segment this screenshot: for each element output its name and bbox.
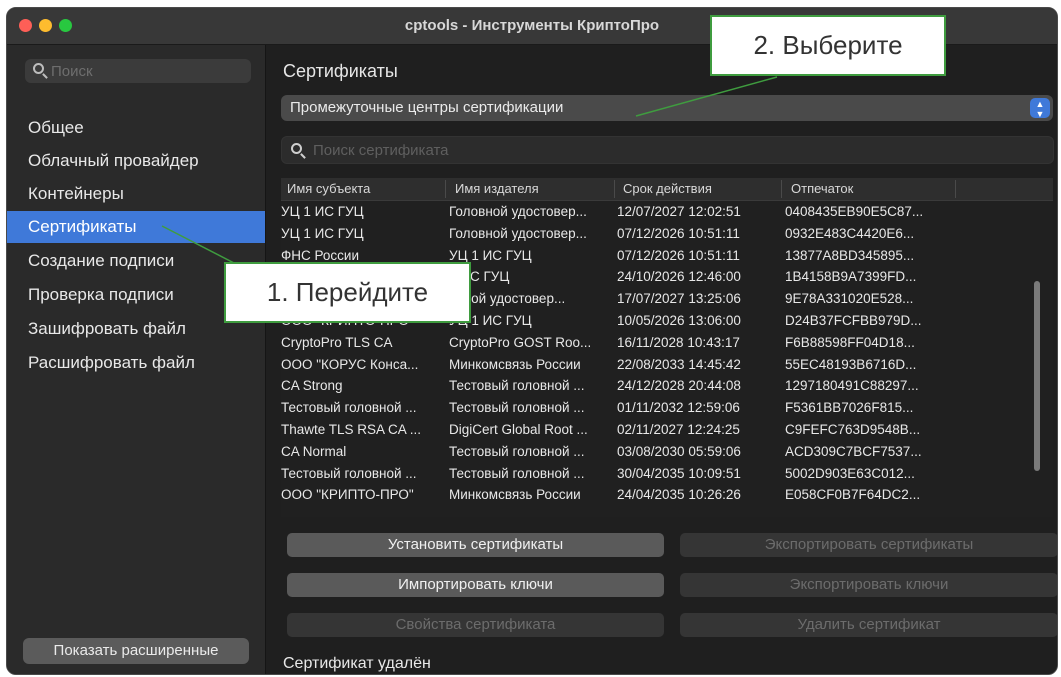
cell-expiry: 17/07/2027 13:25:06 bbox=[617, 291, 741, 307]
sidebar: Поиск Общее Облачный провайдер Контейнер… bbox=[7, 45, 266, 674]
table-row[interactable]: Тестовый головной ... Тестовый головной .… bbox=[281, 464, 1053, 486]
cell-thumbprint: 9E78A331020E528... bbox=[785, 291, 914, 307]
certificates-table: Имя субъекта Имя издателя Срок действия … bbox=[281, 178, 1053, 517]
table-row[interactable]: CA Normal Тестовый головной ... 03/08/2030… bbox=[281, 442, 1053, 464]
cell-thumbprint: F6B88598FF04D18... bbox=[785, 334, 915, 350]
sidebar-search-placeholder: Поиск bbox=[51, 63, 93, 80]
cell-expiry: 24/04/2035 10:26:26 bbox=[617, 487, 741, 503]
cell-thumbprint: 1B4158B9A7399FD... bbox=[785, 269, 917, 285]
certificate-store-select[interactable]: Промежуточные центры сертификации ▲ ▼ bbox=[281, 95, 1053, 121]
export-keys-button[interactable]: Экспортировать ключи bbox=[680, 573, 1057, 597]
column-divider[interactable] bbox=[614, 180, 615, 198]
cell-issuer: Минкомсвязь России bbox=[449, 487, 581, 503]
install-certificates-button[interactable]: Установить сертификаты bbox=[287, 533, 664, 557]
table-header: Имя субъекта Имя издателя Срок действия … bbox=[281, 178, 1053, 201]
cell-thumbprint: D24B37FCFBB979D... bbox=[785, 313, 922, 328]
sidebar-item-containers[interactable]: Контейнеры bbox=[7, 178, 265, 210]
column-header-expiry[interactable]: Срок действия bbox=[623, 181, 712, 196]
page-title: Сертификаты bbox=[283, 61, 398, 81]
cell-thumbprint: F5361BB7026F815... bbox=[785, 400, 914, 416]
show-advanced-button[interactable]: Показать расширенные bbox=[23, 638, 249, 664]
table-row[interactable]: CryptoPro TLS CA CryptoPro GOST Roo... 16/… bbox=[281, 333, 1053, 355]
cell-thumbprint: 5002D903E63C012... bbox=[785, 465, 915, 481]
cell-thumbprint: 13877A8BD345895... bbox=[785, 247, 915, 263]
cell-expiry: 22/08/2033 14:45:42 bbox=[617, 356, 741, 372]
cell-expiry: 01/11/2032 12:59:06 bbox=[617, 400, 740, 416]
cell-issuer: УЦ 1 ИС ГУЦ bbox=[449, 247, 532, 263]
cell-subject: CA Strong bbox=[281, 378, 343, 394]
cell-subject: CryptoPro TLS CA bbox=[281, 334, 393, 350]
cell-expiry: 02/11/2027 12:24:25 bbox=[617, 422, 740, 437]
callout-step-1: 1. Перейдите bbox=[224, 262, 471, 323]
certificate-search-input[interactable]: Поиск сертификата bbox=[281, 136, 1054, 164]
cell-subject: ООО "КРИПТО-ПРО" bbox=[281, 487, 414, 503]
cell-issuer: Тестовый головной ... bbox=[449, 465, 585, 481]
table-row[interactable]: ООО "КРИПТО-ПРО" Минкомсвязь России 24/04/… bbox=[281, 485, 1053, 507]
chevron-up-down-icon: ▲ ▼ bbox=[1030, 98, 1050, 119]
table-row[interactable]: CA Strong Тестовый головной ... 24/12/2028… bbox=[281, 376, 1053, 398]
certificate-search-placeholder: Поиск сертификата bbox=[313, 142, 449, 159]
column-header-issuer[interactable]: Имя издателя bbox=[455, 181, 539, 196]
column-divider[interactable] bbox=[445, 180, 446, 198]
cell-thumbprint: 1297180491C88297... bbox=[785, 378, 919, 394]
cell-expiry: 16/11/2028 10:43:17 bbox=[617, 334, 740, 350]
cell-expiry: 12/07/2027 12:02:51 bbox=[617, 204, 741, 219]
sidebar-item-cloud-provider[interactable]: Облачный провайдер bbox=[7, 145, 265, 177]
column-divider[interactable] bbox=[781, 180, 782, 198]
cell-thumbprint: 0932E483C4420E6... bbox=[785, 225, 915, 241]
table-scrollbar[interactable] bbox=[1034, 281, 1040, 471]
cell-issuer: DigiCert Global Root ... bbox=[449, 422, 588, 437]
cell-expiry: 03/08/2030 05:59:06 bbox=[617, 443, 741, 459]
cell-issuer: Тестовый головной ... bbox=[449, 400, 585, 416]
cell-issuer: CryptoPro GOST Roo... bbox=[449, 334, 592, 350]
cell-subject: УЦ 1 ИС ГУЦ bbox=[281, 204, 364, 219]
table-row[interactable]: УЦ 1 ИС ГУЦ Головной удостовер... 12/07/20… bbox=[281, 202, 1053, 224]
certificate-properties-button[interactable]: Свойства сертификата bbox=[287, 613, 664, 637]
cell-subject: ООО "КОРУС Конса... bbox=[281, 356, 419, 372]
column-header-thumbprint[interactable]: Отпечаток bbox=[791, 181, 853, 196]
cell-thumbprint: 0408435EB90E5C87... bbox=[785, 204, 924, 219]
table-row[interactable]: УЦ 1 ИС ГУЦ Головной удостовер... 07/12/20… bbox=[281, 224, 1053, 246]
cell-subject: Thawte TLS RSA CA ... bbox=[281, 422, 422, 437]
cell-subject: CA Normal bbox=[281, 443, 347, 459]
callout-step-2: 2. Выберите bbox=[710, 15, 946, 76]
cell-issuer: Головной удостовер... bbox=[449, 225, 587, 241]
cell-issuer: Минкомсвязь России bbox=[449, 356, 581, 372]
cell-subject: УЦ 1 ИС ГУЦ bbox=[281, 225, 364, 241]
column-divider[interactable] bbox=[955, 180, 956, 198]
cell-expiry: 24/12/2028 20:44:08 bbox=[617, 378, 741, 394]
cell-thumbprint: ACD309C7BCF7537... bbox=[785, 443, 922, 459]
cell-expiry: 07/12/2026 10:51:11 bbox=[617, 225, 740, 241]
sidebar-item-decrypt-file[interactable]: Расшифровать файл bbox=[7, 347, 265, 379]
cell-expiry: 10/05/2026 13:06:00 bbox=[617, 313, 741, 328]
cell-subject: Тестовый головной ... bbox=[281, 465, 417, 481]
cell-thumbprint: C9FEFC763D9548B... bbox=[785, 422, 921, 437]
search-icon bbox=[33, 63, 44, 74]
main-panel: Сертификаты Промежуточные центры сертифи… bbox=[266, 45, 1057, 674]
cell-expiry: 30/04/2035 10:09:51 bbox=[617, 465, 741, 481]
cell-expiry: 07/12/2026 10:51:11 bbox=[617, 247, 740, 263]
cell-subject: ФНС России bbox=[281, 247, 360, 263]
column-header-subject[interactable]: Имя субъекта bbox=[287, 181, 370, 196]
export-certificates-button[interactable]: Экспортировать сертификаты bbox=[680, 533, 1057, 557]
sidebar-search-input[interactable]: Поиск bbox=[25, 59, 251, 83]
cell-issuer: Тестовый головной ... bbox=[449, 378, 585, 394]
sidebar-item-certificates[interactable]: Сертификаты bbox=[7, 211, 265, 243]
cell-issuer: Головной удостовер... bbox=[449, 204, 587, 219]
search-icon bbox=[291, 143, 302, 154]
certificate-store-value: Промежуточные центры сертификации bbox=[290, 99, 564, 116]
delete-certificate-button[interactable]: Удалить сертификат bbox=[680, 613, 1057, 637]
table-row[interactable]: Тестовый головной ... Тестовый головной .… bbox=[281, 398, 1053, 420]
cell-thumbprint: E058CF0B7F64DC2... bbox=[785, 487, 921, 503]
import-keys-button[interactable]: Импортировать ключи bbox=[287, 573, 664, 597]
cell-thumbprint: 55EC48193B6716D... bbox=[785, 356, 917, 372]
table-row[interactable]: ООО "КОРУС Конса... Минкомсвязь России 22/… bbox=[281, 355, 1053, 377]
sidebar-item-general[interactable]: Общее bbox=[7, 112, 265, 144]
cell-issuer: Тестовый головной ... bbox=[449, 443, 585, 459]
status-text: Сертификат удалён bbox=[283, 655, 431, 672]
table-row[interactable]: Thawte TLS RSA CA ... DigiCert Global Roo… bbox=[281, 420, 1053, 442]
cell-subject: Тестовый головной ... bbox=[281, 400, 417, 416]
app-window: cptools - Инструменты КриптоПро Поиск Об… bbox=[6, 7, 1058, 675]
cell-expiry: 24/10/2026 12:46:00 bbox=[617, 269, 741, 285]
